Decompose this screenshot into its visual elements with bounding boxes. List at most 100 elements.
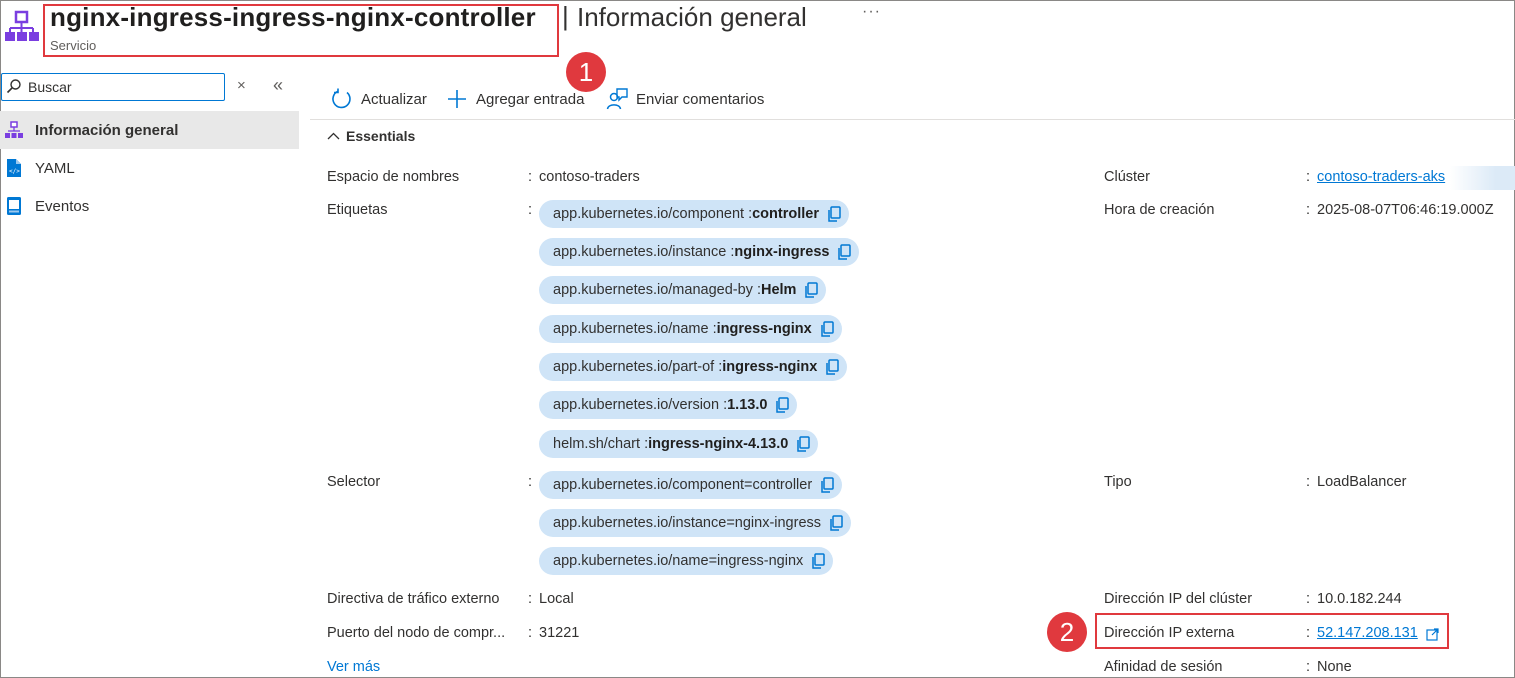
copy-icon[interactable] xyxy=(811,553,826,569)
external-ip-highlight-box xyxy=(1095,613,1449,649)
type-value: LoadBalancer xyxy=(1317,474,1407,490)
labels-label: Etiquetas xyxy=(327,202,388,218)
node-port-label: Puerto del nodo de compr... xyxy=(327,625,506,641)
yaml-file-icon: </> xyxy=(7,159,21,177)
plus-icon xyxy=(448,90,466,108)
tag-value: ingress-nginx xyxy=(716,321,812,337)
session-affinity-label: Afinidad de sesión xyxy=(1104,659,1223,675)
sidebar-item-label: YAML xyxy=(35,159,75,177)
overflow-fade xyxy=(1450,166,1515,190)
search-box[interactable] xyxy=(1,73,225,101)
tag-key: app.kubernetes.io/name : xyxy=(553,321,717,337)
tag-key: app.kubernetes.io/version : xyxy=(553,397,728,413)
tag-key: app.kubernetes.io/instance : xyxy=(553,244,735,260)
label-tag: app.kubernetes.io/part-of : ingress-ngin… xyxy=(539,353,848,381)
events-icon xyxy=(7,197,21,215)
cluster-ip-label: Dirección IP del clúster xyxy=(1104,591,1253,607)
toolbar-divider xyxy=(310,119,1515,120)
tag-key: helm.sh/chart : xyxy=(553,436,649,452)
colon: : xyxy=(1306,474,1311,490)
colon: : xyxy=(1306,169,1311,185)
callout-2: 2 xyxy=(1047,612,1087,652)
service-icon xyxy=(5,121,23,138)
refresh-button[interactable]: Actualizar xyxy=(331,85,427,113)
essentials-toggle[interactable]: Essentials xyxy=(327,128,415,144)
tag-key: app.kubernetes.io/component : xyxy=(553,206,753,222)
session-affinity-value: None xyxy=(1317,659,1352,675)
essentials-label: Essentials xyxy=(346,128,416,144)
tag-value: ingress-nginx-4.13.0 xyxy=(648,436,789,452)
sidebar-item-events[interactable]: Eventos xyxy=(0,187,299,225)
more-options-button[interactable]: ··· xyxy=(862,3,881,21)
colon: : xyxy=(528,202,533,218)
namespace-value: contoso-traders xyxy=(539,169,640,185)
send-feedback-button[interactable]: Enviar comentarios xyxy=(606,85,764,113)
created-label: Hora de creación xyxy=(1104,202,1215,218)
copy-icon[interactable] xyxy=(825,359,840,375)
label-tag: app.kubernetes.io/name : ingress-nginx xyxy=(539,315,842,343)
type-label: Tipo xyxy=(1104,474,1132,490)
send-feedback-label: Enviar comentarios xyxy=(636,90,765,108)
feedback-icon xyxy=(606,88,628,110)
selector-text: app.kubernetes.io/instance=nginx-ingress xyxy=(553,515,822,531)
copy-icon[interactable] xyxy=(829,515,843,531)
cluster-ip-value: 10.0.182.244 xyxy=(1317,591,1402,607)
sidebar-item-overview[interactable]: Información general xyxy=(0,111,299,149)
copy-icon[interactable] xyxy=(804,282,819,298)
refresh-icon xyxy=(332,88,351,109)
tag-value: 1.13.0 xyxy=(727,397,768,413)
sidebar-item-label: Eventos xyxy=(35,197,90,215)
cluster-link[interactable]: contoso-traders-aks xyxy=(1317,169,1445,185)
refresh-label: Actualizar xyxy=(361,90,427,108)
colon: : xyxy=(528,474,533,490)
namespace-label: Espacio de nombres xyxy=(327,169,460,185)
selector-tag: app.kubernetes.io/component=controller xyxy=(539,471,843,499)
selector-tag: app.kubernetes.io/instance=nginx-ingress xyxy=(539,509,852,537)
see-more-link[interactable]: Ver más xyxy=(327,659,380,675)
search-input[interactable] xyxy=(28,77,218,97)
label-tag: app.kubernetes.io/managed-by : Helm xyxy=(539,276,827,304)
cluster-label: Clúster xyxy=(1104,169,1150,185)
svg-text:</>: </> xyxy=(9,168,20,175)
copy-icon[interactable] xyxy=(796,436,811,452)
tag-value: Helm xyxy=(760,282,797,298)
colon: : xyxy=(528,591,533,607)
title-separator: | xyxy=(562,1,569,31)
copy-icon[interactable] xyxy=(775,397,790,413)
node-port-value: 31221 xyxy=(539,625,580,641)
copy-icon[interactable] xyxy=(820,321,834,337)
selector-tag: app.kubernetes.io/name=ingress-nginx xyxy=(539,547,834,575)
tag-key: app.kubernetes.io/part-of : xyxy=(553,359,723,375)
tag-value: ingress-nginx xyxy=(722,359,818,375)
copy-icon[interactable] xyxy=(820,477,834,493)
clear-search-button[interactable]: × xyxy=(237,77,246,94)
tag-value: controller xyxy=(752,206,819,222)
selector-text: app.kubernetes.io/name=ingress-nginx xyxy=(553,553,804,569)
collapse-sidebar-button[interactable]: « xyxy=(273,75,283,96)
colon: : xyxy=(528,625,533,641)
label-tag: app.kubernetes.io/instance : nginx-ingre… xyxy=(539,238,860,266)
label-tag: app.kubernetes.io/version : 1.13.0 xyxy=(539,391,798,419)
add-entry-label: Agregar entrada xyxy=(476,90,585,108)
search-icon xyxy=(6,79,21,94)
selector-text: app.kubernetes.io/component=controller xyxy=(553,477,813,493)
created-value: 2025-08-07T06:46:19.000Z xyxy=(1317,202,1494,218)
chevron-up-icon xyxy=(327,132,340,140)
traffic-policy-label: Directiva de tráfico externo xyxy=(327,591,500,607)
sidebar-item-label: Información general xyxy=(35,121,179,139)
label-tag: helm.sh/chart : ingress-nginx-4.13.0 xyxy=(539,430,819,458)
tag-key: app.kubernetes.io/managed-by : xyxy=(553,282,761,298)
copy-icon[interactable] xyxy=(827,206,841,222)
colon: : xyxy=(1306,591,1311,607)
tag-value: nginx-ingress xyxy=(734,244,830,260)
traffic-policy-value: Local xyxy=(539,591,574,607)
page-subtitle: Información general xyxy=(577,2,807,32)
title-highlight-box xyxy=(43,4,559,57)
copy-icon[interactable] xyxy=(837,244,852,260)
label-tag: app.kubernetes.io/component : controller xyxy=(539,200,849,228)
colon: : xyxy=(1306,659,1311,675)
selector-label: Selector xyxy=(327,474,381,490)
add-entry-button[interactable]: Agregar entrada xyxy=(446,85,584,113)
colon: : xyxy=(528,169,533,185)
sidebar-item-yaml[interactable]: </> YAML xyxy=(0,149,299,187)
